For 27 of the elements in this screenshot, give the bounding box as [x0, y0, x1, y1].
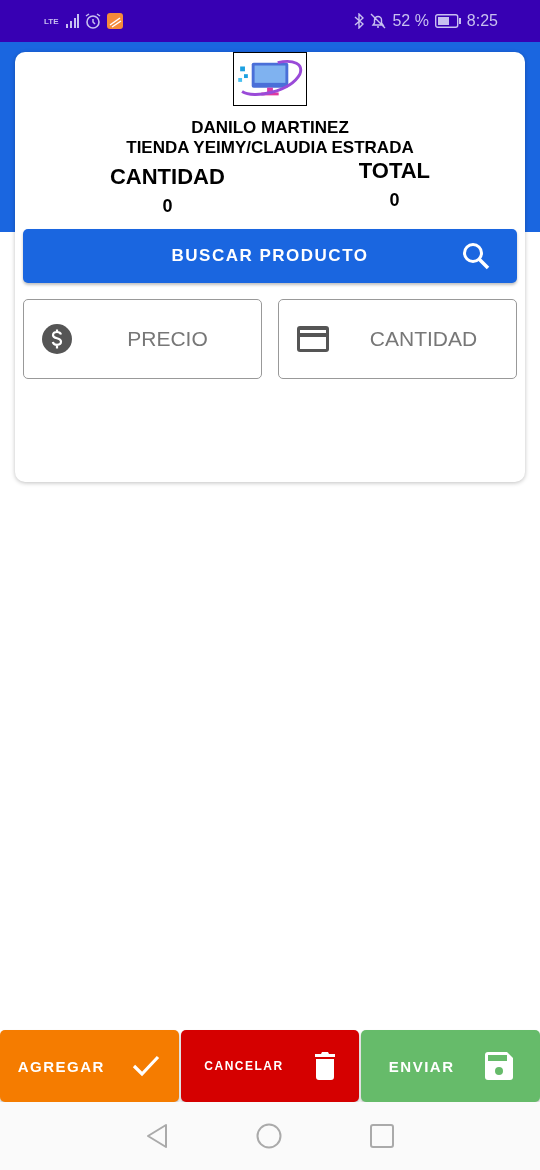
dollar-icon	[42, 324, 72, 354]
store-name: TIENDA YEIMY/CLAUDIA ESTRADA	[126, 138, 414, 158]
clock-time: 8:25	[466, 12, 498, 30]
user-name: DANILO MARTINEZ	[191, 118, 349, 138]
summary-value: 0	[162, 196, 173, 217]
recents-icon[interactable]	[370, 1124, 394, 1148]
add-button[interactable]: AGREGAR	[0, 1030, 179, 1102]
trash-icon	[313, 1052, 336, 1080]
battery-icon	[434, 14, 461, 28]
back-icon[interactable]	[146, 1123, 168, 1149]
network-type: LTE	[44, 16, 59, 26]
muted-bell-icon	[370, 13, 387, 29]
signal-icon	[64, 14, 79, 28]
search-product-button[interactable]: BUSCAR PRODUCTO	[23, 229, 517, 283]
credit-card-icon	[297, 326, 329, 352]
summary-label: CANTIDAD	[109, 164, 225, 190]
app-notification-icon	[106, 13, 123, 29]
home-icon[interactable]	[256, 1123, 282, 1149]
alarm-clock-icon	[84, 13, 101, 29]
cancel-button[interactable]: CANCELAR	[180, 1030, 360, 1102]
save-icon	[484, 1052, 513, 1080]
summary-label: TOTAL	[358, 158, 431, 184]
check-icon	[130, 1054, 161, 1078]
battery-percent: 52 %	[392, 12, 429, 30]
bluetooth-icon	[354, 13, 365, 29]
search-icon	[461, 241, 491, 271]
summary-value: 0	[389, 190, 400, 211]
